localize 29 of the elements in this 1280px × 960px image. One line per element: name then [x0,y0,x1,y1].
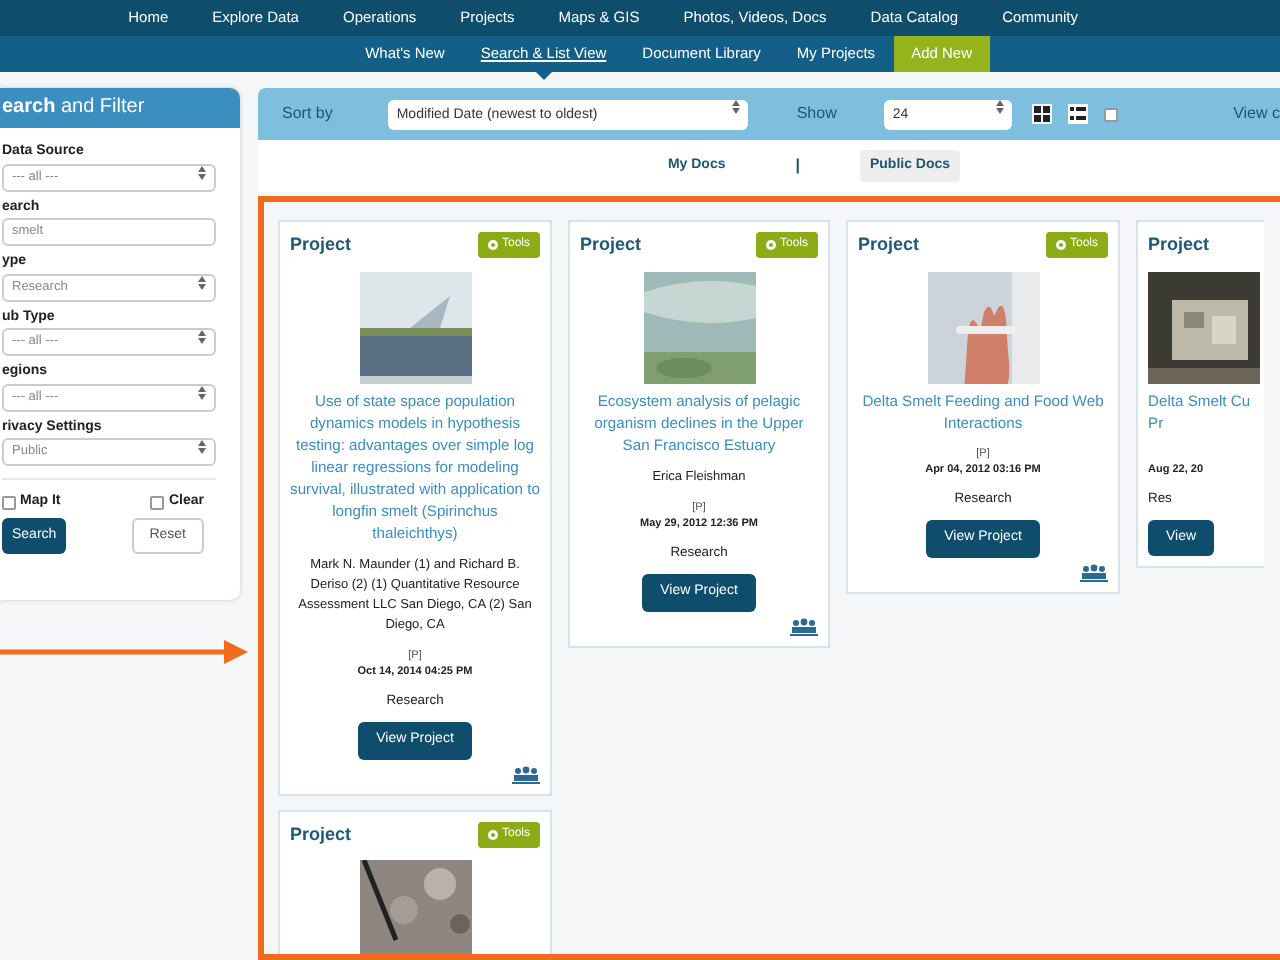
people-icon[interactable] [790,617,818,636]
show-label: Show [796,102,837,126]
gear-icon [765,240,776,251]
checkbox[interactable] [2,495,16,510]
select-arrows-icon [198,330,206,344]
gear-icon [1055,240,1066,251]
people-icon[interactable] [1080,563,1108,582]
grid-view-icon[interactable] [1032,104,1053,124]
checkbox[interactable] [1104,107,1119,121]
select-arrows-icon [198,275,206,289]
card-heading: Project [580,232,642,258]
select-arrows-icon [996,99,1005,113]
list-view-icon[interactable] [1068,104,1089,124]
view-label: View c [1233,102,1280,126]
select-arrows-icon [198,385,206,399]
select-arrows-icon [198,440,206,454]
select-arrows-icon [198,165,206,179]
card-heading: Project [1148,232,1210,258]
gear-icon [487,829,498,840]
checkbox[interactable] [150,495,165,510]
people-icon[interactable] [512,765,540,784]
card-heading: Project [290,821,352,848]
tab-separator: | [795,154,800,178]
gear-icon [487,240,498,251]
card-heading: Project [858,232,920,258]
panel-title: earch and Filter [0,88,240,128]
card-heading: Project [290,232,352,258]
select-arrows-icon [732,99,741,113]
sort-label: Sort by [282,102,333,126]
